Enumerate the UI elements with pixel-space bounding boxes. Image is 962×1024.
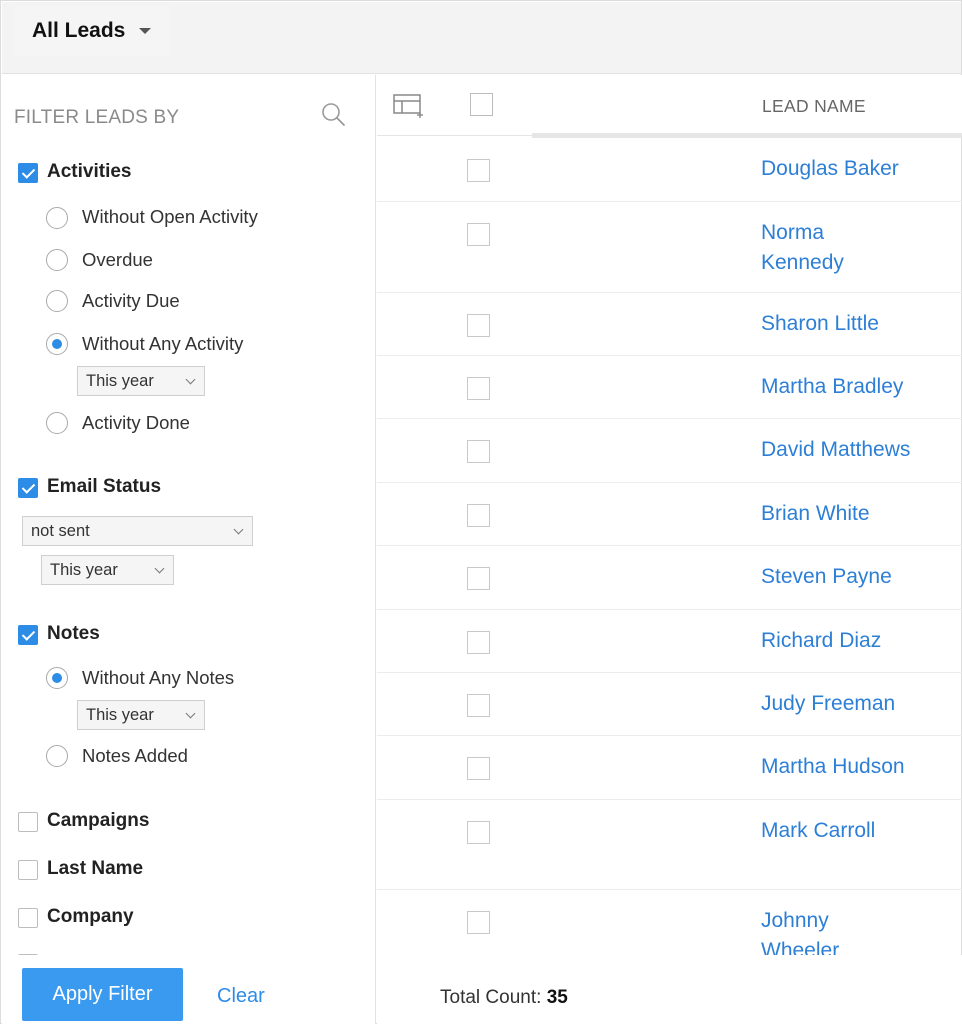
leads-table: LEAD NAME Douglas Baker Norma Kennedy Sh…: [377, 75, 962, 1024]
table-row[interactable]: Douglas Baker: [377, 138, 962, 202]
row-checkbox[interactable]: [467, 757, 490, 780]
option-label: Overdue: [82, 249, 153, 270]
activity-period-dropdown[interactable]: This year: [77, 366, 205, 396]
chevron-down-icon: [185, 708, 196, 719]
lead-name-link[interactable]: Steven Payne: [761, 562, 956, 592]
table-row[interactable]: Johnny Wheeler: [377, 890, 962, 955]
table-row[interactable]: Richard Diaz: [377, 610, 962, 673]
table-row[interactable]: Martha Bradley: [377, 356, 962, 419]
lead-name-link[interactable]: Brian White: [761, 499, 956, 529]
search-icon[interactable]: [320, 101, 346, 127]
table-row[interactable]: David Matthews: [377, 419, 962, 483]
column-settings-icon[interactable]: [393, 93, 425, 119]
row-checkbox[interactable]: [467, 377, 490, 400]
notes-period-dropdown[interactable]: This year: [77, 700, 205, 730]
notes-checkbox[interactable]: [18, 625, 38, 645]
apply-filter-button[interactable]: Apply Filter: [22, 968, 183, 1021]
row-checkbox[interactable]: [467, 821, 490, 844]
option-label: Without Open Activity: [82, 206, 258, 227]
radio-activity-done[interactable]: [46, 412, 68, 434]
lead-name-link[interactable]: Richard Diaz: [761, 626, 956, 656]
notes-label: Notes: [47, 623, 100, 644]
clear-link[interactable]: Clear: [217, 985, 265, 1008]
email-status-dropdown[interactable]: not sent: [22, 516, 253, 546]
campaigns-checkbox[interactable]: [18, 812, 38, 832]
sidebar-footer: Apply Filter Clear: [2, 955, 375, 1024]
row-checkbox[interactable]: [467, 314, 490, 337]
lead-name-link[interactable]: Norma Kennedy: [761, 218, 871, 278]
radio-without-any-activity[interactable]: [46, 333, 68, 355]
filter-title: FILTER LEADS BY: [14, 107, 180, 128]
filter-sidebar: FILTER LEADS BY Activities Without Open …: [2, 75, 376, 1024]
activities-checkbox[interactable]: [18, 163, 38, 183]
chevron-down-icon: [233, 524, 244, 535]
lead-name-link[interactable]: Johnny Wheeler: [761, 906, 871, 955]
app-frame: All Leads FILTER LEADS BY Activities Wit…: [0, 0, 962, 1024]
dropdown-value: This year: [50, 560, 118, 579]
table-row[interactable]: Martha Hudson: [377, 736, 962, 800]
row-checkbox[interactable]: [467, 567, 490, 590]
table-header: LEAD NAME: [377, 75, 962, 138]
lead-name-link[interactable]: Martha Bradley: [761, 372, 956, 402]
last-name-checkbox[interactable]: [18, 860, 38, 880]
lead-name-link[interactable]: Mark Carroll: [761, 816, 956, 846]
row-checkbox[interactable]: [467, 440, 490, 463]
table-row[interactable]: Norma Kennedy: [377, 202, 962, 293]
table-footer: Total Count: 35: [377, 955, 962, 1024]
row-checkbox[interactable]: [467, 911, 490, 934]
row-checkbox[interactable]: [467, 631, 490, 654]
option-label: Activity Due: [82, 290, 180, 311]
lead-name-link[interactable]: Martha Hudson: [761, 752, 956, 782]
email-status-label: Email Status: [47, 476, 162, 497]
email-period-dropdown[interactable]: This year: [41, 555, 174, 585]
table-row[interactable]: Brian White: [377, 483, 962, 546]
table-body: Douglas Baker Norma Kennedy Sharon Littl…: [377, 138, 962, 955]
dropdown-value: not sent: [31, 521, 90, 540]
option-label: Activity Done: [82, 412, 190, 433]
option-label: Notes Added: [82, 745, 188, 766]
chevron-down-icon: [185, 374, 196, 385]
top-bar: All Leads: [2, 2, 961, 74]
lead-name-link[interactable]: Douglas Baker: [761, 154, 956, 184]
table-row[interactable]: Judy Freeman: [377, 673, 962, 736]
row-checkbox[interactable]: [467, 223, 490, 246]
caret-down-icon: [139, 28, 152, 34]
lead-name-link[interactable]: Sharon Little: [761, 309, 956, 339]
header-divider: [377, 135, 532, 136]
table-row[interactable]: Steven Payne: [377, 546, 962, 610]
view-selector-label: All Leads: [32, 19, 126, 42]
total-count-value: 35: [546, 987, 568, 1008]
table-row[interactable]: Mark Carroll: [377, 800, 962, 890]
radio-without-any-notes[interactable]: [46, 667, 68, 689]
option-label: Without Any Notes: [82, 667, 235, 688]
company-label: Company: [47, 906, 134, 927]
activities-label: Activities: [47, 161, 132, 182]
radio-activity-due[interactable]: [46, 290, 68, 312]
view-selector[interactable]: All Leads: [14, 6, 170, 56]
column-header-lead-name[interactable]: LEAD NAME: [762, 96, 866, 117]
chevron-down-icon: [154, 563, 165, 574]
company-checkbox[interactable]: [18, 908, 38, 928]
row-checkbox[interactable]: [467, 504, 490, 527]
last-name-label: Last Name: [47, 858, 144, 879]
lead-name-link[interactable]: David Matthews: [761, 435, 956, 465]
dropdown-value: This year: [86, 705, 154, 724]
row-checkbox[interactable]: [467, 159, 490, 182]
table-row[interactable]: Sharon Little: [377, 293, 962, 356]
select-all-checkbox[interactable]: [470, 93, 493, 116]
lead-name-link[interactable]: Judy Freeman: [761, 689, 956, 719]
dropdown-value: This year: [86, 371, 154, 390]
radio-without-open-activity[interactable]: [46, 207, 68, 229]
total-count: Total Count: 35: [440, 987, 568, 1009]
campaigns-label: Campaigns: [47, 810, 150, 831]
radio-notes-added[interactable]: [46, 745, 68, 767]
radio-overdue[interactable]: [46, 249, 68, 271]
email-status-checkbox[interactable]: [18, 478, 38, 498]
total-count-label: Total Count:: [440, 987, 542, 1008]
row-checkbox[interactable]: [467, 694, 490, 717]
option-label: Without Any Activity: [82, 333, 244, 354]
